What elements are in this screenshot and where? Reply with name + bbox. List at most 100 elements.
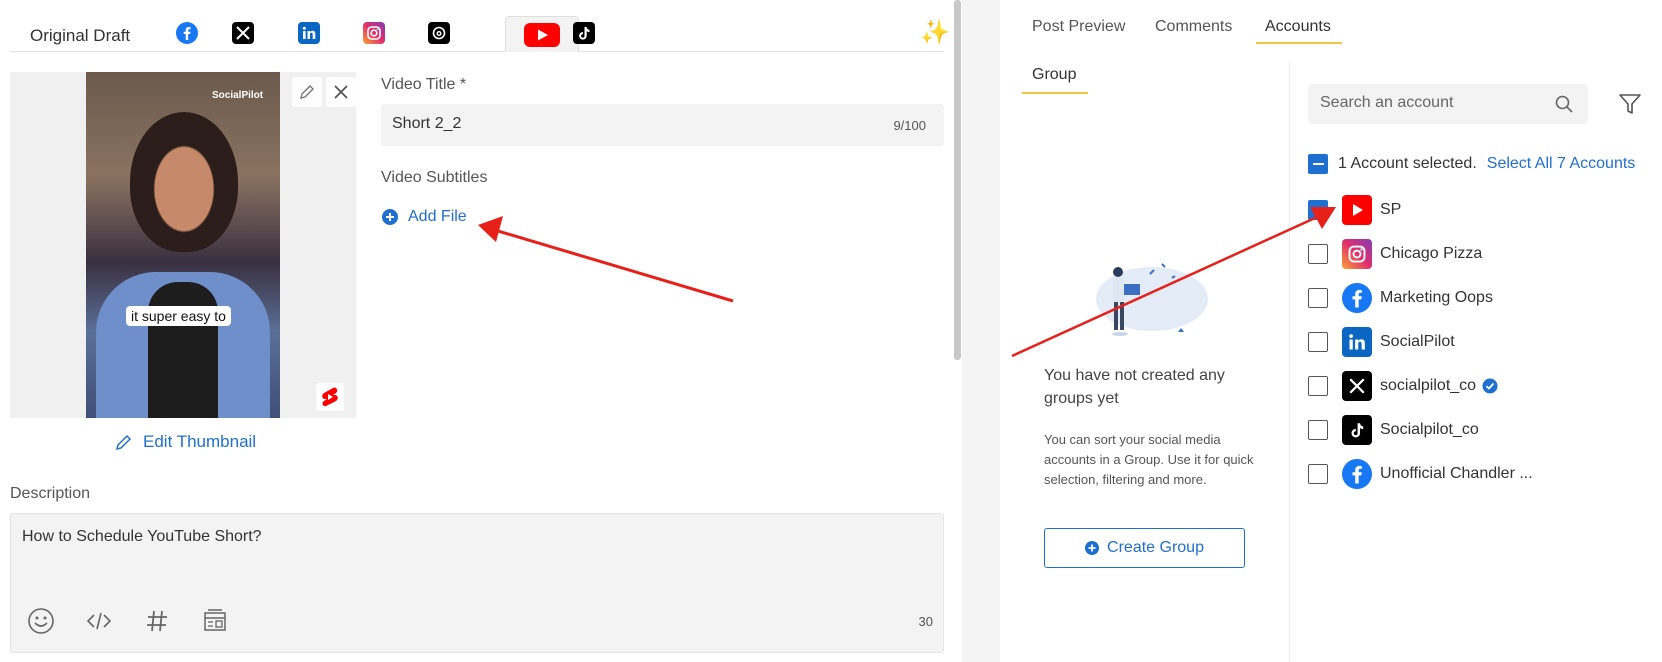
plus-circle-icon: [382, 209, 398, 225]
tab-facebook[interactable]: [176, 22, 198, 44]
edit-thumbnail-link[interactable]: Edit Thumbnail: [115, 432, 256, 452]
selection-summary: 1 Account selected. Select All 7 Account…: [1308, 154, 1635, 174]
select-all-checkbox[interactable]: [1308, 154, 1328, 174]
linkedin-icon: [1342, 327, 1372, 357]
template-icon[interactable]: [200, 606, 230, 636]
x-icon: [236, 26, 250, 40]
tiktok-icon: [579, 27, 590, 40]
account-name: Unofficial Chandler ...: [1380, 465, 1533, 482]
youtube-icon: [1342, 195, 1372, 225]
tab-youtube[interactable]: [505, 16, 579, 52]
post-editor: Original Draft ✨ SocialPilot it super ea…: [0, 0, 961, 662]
account-checkbox[interactable]: [1308, 420, 1328, 440]
accounts-panel: Post Preview Comments Accounts Group You…: [1000, 0, 1662, 662]
video-thumbnail[interactable]: SocialPilot it super easy to: [86, 72, 280, 418]
active-tab-indicator: [1256, 42, 1342, 44]
video-title-input[interactable]: Short 2_2 9/100: [381, 104, 944, 146]
media-preview: SocialPilot it super easy to: [10, 72, 356, 418]
account-checkbox[interactable]: [1308, 288, 1328, 308]
pencil-icon: [300, 85, 314, 99]
remove-media-button[interactable]: [326, 77, 356, 107]
network-tab-bar: Original Draft ✨: [10, 16, 950, 52]
close-icon: [334, 85, 348, 99]
presenter-head: [130, 112, 238, 252]
tab-post-preview[interactable]: Post Preview: [1032, 18, 1125, 36]
code-icon[interactable]: [84, 606, 114, 636]
account-row[interactable]: SocialPilot: [1308, 326, 1455, 358]
filter-icon[interactable]: [1618, 92, 1642, 116]
empty-groups-title: You have not created any groups yet: [1044, 367, 1225, 407]
tab-tiktok[interactable]: [573, 22, 595, 44]
account-name: socialpilot_co: [1380, 377, 1477, 394]
account-checkbox[interactable]: [1308, 244, 1328, 264]
selection-count: 1 Account selected.: [1338, 155, 1477, 172]
group-column: Group You have not created any groups ye…: [1000, 62, 1290, 662]
account-row[interactable]: Unofficial Chandler ...: [1308, 458, 1533, 490]
x-icon: [1342, 371, 1372, 401]
empty-groups-description: You can sort your social media accounts …: [1044, 432, 1254, 487]
account-checkbox[interactable]: [1308, 376, 1328, 396]
presenter-shirt: [148, 282, 218, 418]
tab-original-draft[interactable]: Original Draft: [30, 26, 130, 46]
video-title-value: Short 2_2: [392, 115, 462, 132]
select-all-link[interactable]: Select All 7 Accounts: [1487, 155, 1636, 173]
description-char-count: 30: [918, 614, 933, 629]
tab-group[interactable]: Group: [1032, 66, 1076, 84]
editor-scrollbar[interactable]: [954, 0, 961, 360]
description-toolbar: [26, 606, 230, 636]
tiktok-icon: [1342, 415, 1372, 445]
account-checkbox[interactable]: [1308, 464, 1328, 484]
facebook-icon: [1342, 459, 1372, 489]
tab-x[interactable]: [232, 22, 254, 44]
youtube-shorts-icon: [316, 383, 344, 411]
video-title-label: Video Title *: [381, 76, 467, 93]
video-subtitles-label: Video Subtitles: [381, 169, 488, 186]
add-file-label: Add File: [408, 208, 467, 225]
account-name: Chicago Pizza: [1380, 245, 1483, 262]
account-search[interactable]: [1308, 84, 1588, 124]
pencil-icon: [115, 434, 132, 451]
emoji-icon[interactable]: [26, 606, 56, 636]
threads-icon: [432, 26, 446, 40]
create-group-label: Create Group: [1107, 539, 1204, 556]
empty-groups-illustration: [1096, 263, 1208, 336]
tab-comments[interactable]: Comments: [1155, 18, 1232, 36]
search-input[interactable]: [1320, 94, 1540, 112]
verified-badge-icon: [1482, 378, 1498, 394]
account-checkbox[interactable]: [1308, 200, 1328, 220]
edit-media-button[interactable]: [292, 77, 322, 107]
description-value: How to Schedule YouTube Short?: [22, 528, 262, 545]
tab-instagram[interactable]: [363, 22, 385, 44]
youtube-icon: [524, 23, 560, 47]
facebook-icon: [1342, 283, 1372, 313]
ai-sparkle-icon[interactable]: ✨: [920, 18, 950, 47]
account-name: SP: [1380, 201, 1402, 218]
video-title-count: 9/100: [893, 118, 926, 133]
tab-linkedin[interactable]: [298, 22, 320, 44]
tab-threads[interactable]: [428, 22, 450, 44]
tab-accounts[interactable]: Accounts: [1265, 18, 1331, 36]
account-name: SocialPilot: [1380, 333, 1455, 350]
account-checkbox[interactable]: [1308, 332, 1328, 352]
video-watermark: SocialPilot: [212, 90, 264, 101]
account-name: Socialpilot_co: [1380, 421, 1479, 438]
panel-divider: [962, 0, 1000, 662]
description-textarea[interactable]: How to Schedule YouTube Short? 30: [10, 513, 944, 653]
video-caption: it super easy to: [126, 306, 231, 326]
account-row[interactable]: Marketing Oops: [1308, 282, 1493, 314]
account-row[interactable]: socialpilot_co: [1308, 370, 1498, 402]
hashtag-icon[interactable]: [142, 606, 172, 636]
description-label: Description: [10, 485, 91, 502]
account-row[interactable]: SP: [1308, 194, 1401, 226]
account-row[interactable]: Socialpilot_co: [1308, 414, 1479, 446]
plus-circle-icon: [1085, 541, 1100, 555]
account-name: Marketing Oops: [1380, 289, 1493, 306]
add-file-button[interactable]: Add File: [382, 208, 467, 226]
group-tab-indicator: [1022, 92, 1088, 94]
instagram-icon: [1342, 239, 1372, 269]
edit-thumbnail-label: Edit Thumbnail: [143, 432, 257, 451]
create-group-button[interactable]: Create Group: [1044, 528, 1245, 568]
search-icon[interactable]: [1554, 94, 1574, 114]
linkedin-icon: [302, 26, 316, 39]
account-row[interactable]: Chicago Pizza: [1308, 238, 1482, 270]
